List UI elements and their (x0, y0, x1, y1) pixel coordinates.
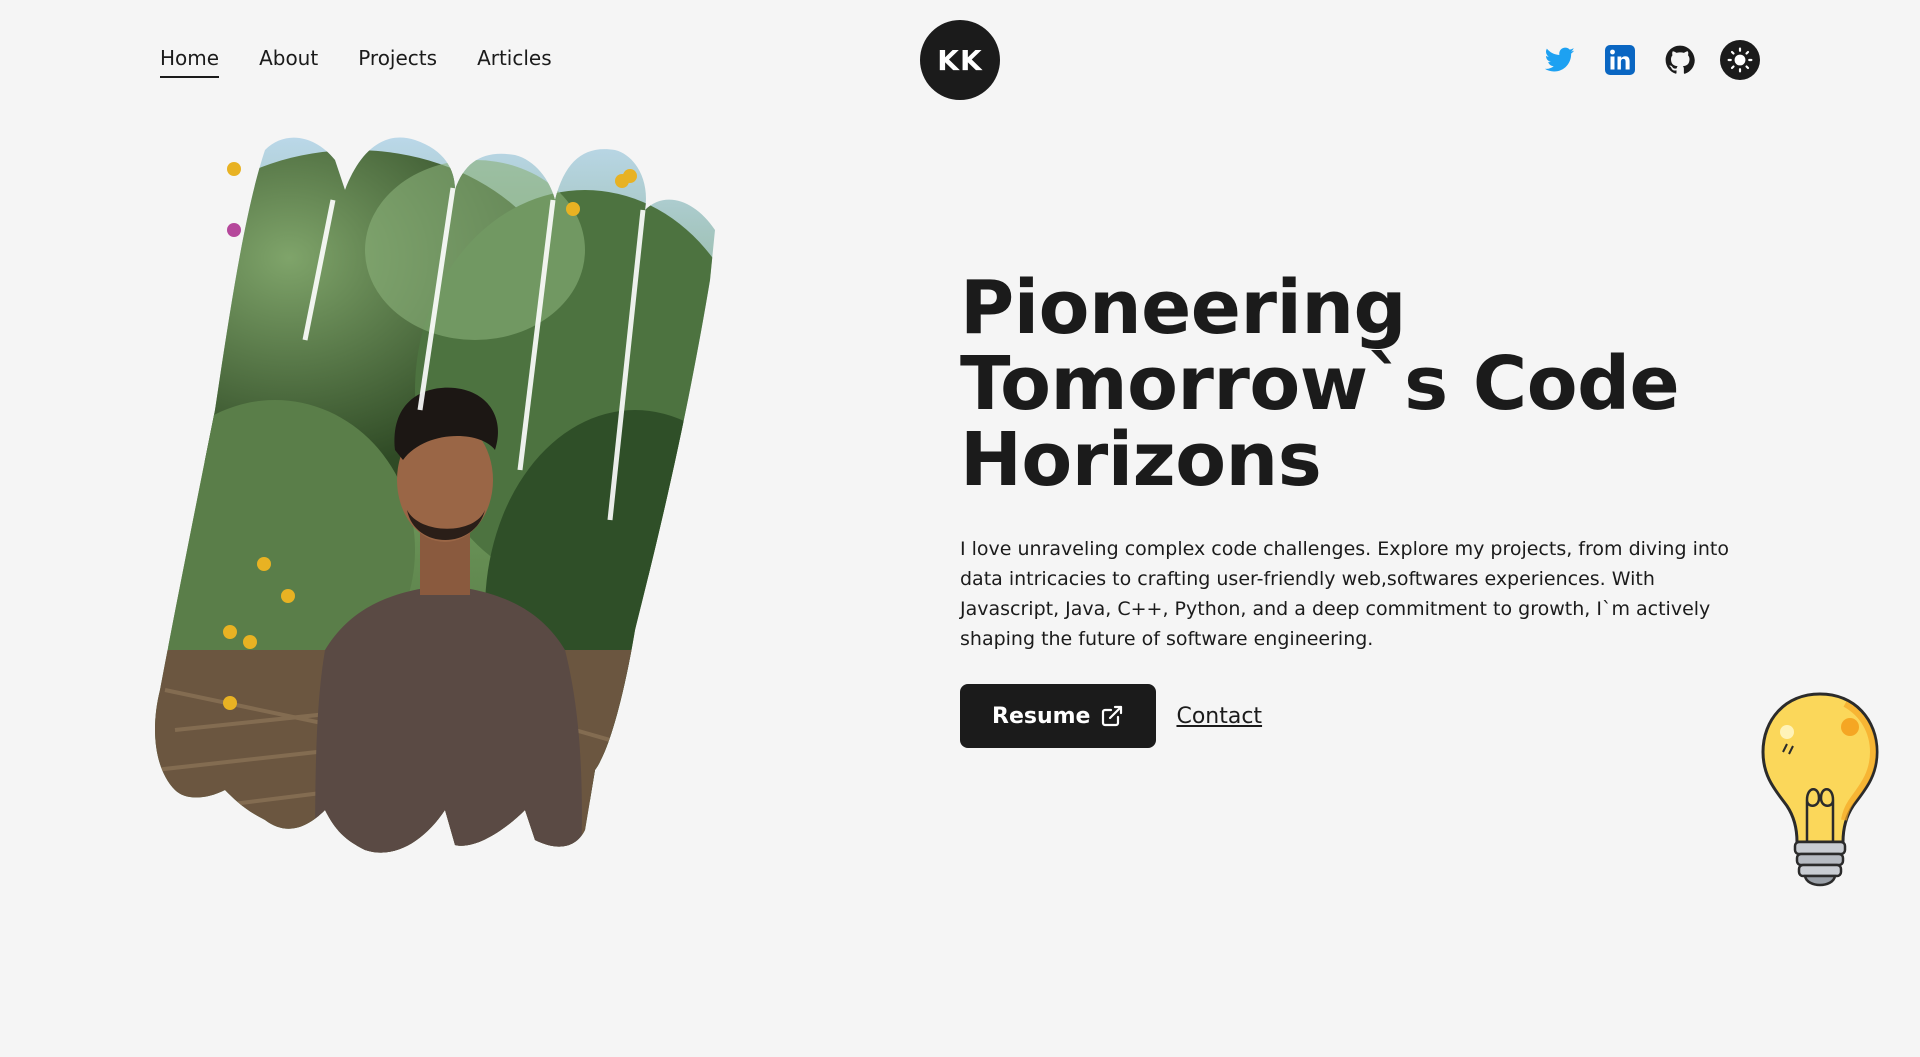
social-links (1540, 40, 1760, 80)
hero-title: Pioneering Tomorrow`s Code Horizons (960, 270, 1760, 498)
hero-description: I love unraveling complex code challenge… (960, 538, 1729, 650)
hero-title-line-1: Pioneering (960, 265, 1407, 351)
nav-link-about[interactable]: About (259, 46, 318, 78)
sun-icon[interactable] (1720, 40, 1760, 80)
twitter-icon[interactable] (1540, 40, 1580, 80)
resume-label: Resume (992, 703, 1091, 729)
navbar: Home About Projects Articles KK (0, 0, 1920, 120)
nav-links: Home About Projects Articles (160, 46, 552, 78)
hero-actions: Resume Contact (960, 684, 1760, 748)
linkedin-icon[interactable] (1600, 40, 1640, 80)
hero-section: Pioneering Tomorrow`s Code Horizons I lo… (960, 270, 1760, 748)
logo-text: KK (937, 43, 983, 77)
nav-link-articles[interactable]: Articles (477, 46, 552, 78)
nav-link-home[interactable]: Home (160, 46, 220, 78)
contact-link[interactable]: Contact (1176, 704, 1262, 729)
resume-button[interactable]: Resume (960, 684, 1157, 748)
hero-title-line-2: Tomorrow`s Code (960, 341, 1680, 427)
hero-title-line-3: Horizons (960, 417, 1322, 503)
nav-link-projects[interactable]: Projects (358, 46, 437, 78)
logo-badge[interactable]: KK (920, 20, 1000, 100)
profile-portrait (155, 130, 815, 890)
github-icon[interactable] (1660, 40, 1700, 80)
lightbulb-icon (1755, 690, 1885, 900)
external-link-icon (1102, 705, 1123, 727)
